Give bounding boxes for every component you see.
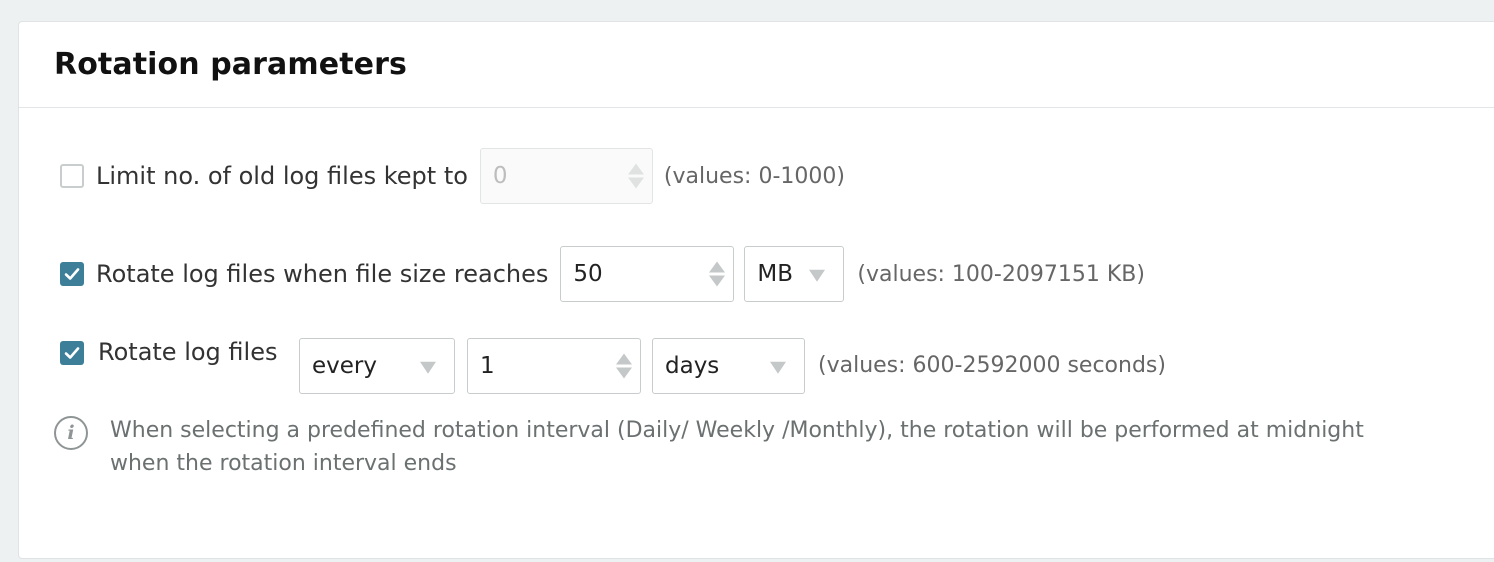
time-mode-select[interactable]: every: [299, 338, 455, 394]
limit-files-label: Limit no. of old log files kept to: [96, 162, 468, 190]
time-rotation-stepper[interactable]: [616, 353, 632, 379]
size-rotation-hint: (values: 100-2097151 KB): [857, 261, 1145, 287]
stepper-down-icon[interactable]: [616, 367, 632, 379]
chevron-down-icon: [770, 361, 786, 374]
checkmark-icon: [64, 347, 80, 359]
size-rotation-stepper[interactable]: [709, 261, 726, 287]
limit-files-checkbox[interactable]: [60, 164, 84, 188]
time-rotation-input[interactable]: 1: [467, 338, 641, 394]
size-rotation-value: 50: [573, 261, 603, 287]
size-unit-value: MB: [757, 261, 794, 287]
panel-header: Rotation parameters: [19, 22, 1494, 108]
time-rotation-value: 1: [480, 353, 495, 379]
stepper-up-icon[interactable]: [627, 163, 644, 175]
time-rotation-checkbox[interactable]: [60, 341, 84, 365]
stepper-down-icon[interactable]: [709, 275, 726, 287]
size-rotation-checkbox[interactable]: [60, 262, 84, 286]
stepper-down-icon[interactable]: [627, 177, 644, 189]
stepper-up-icon[interactable]: [616, 353, 632, 365]
limit-files-stepper[interactable]: [627, 163, 644, 189]
size-rotation-label: Rotate log files when file size reaches: [96, 260, 549, 288]
size-rotation-input[interactable]: 50: [560, 246, 735, 302]
time-rotation-row: Rotate log files every 1 days (values: 6…: [60, 338, 1166, 394]
limit-files-hint: (values: 0-1000): [663, 163, 845, 189]
limit-files-input[interactable]: 0: [479, 148, 653, 204]
size-rotation-row: Rotate log files when file size reaches …: [60, 246, 1145, 302]
time-unit-value: days: [665, 353, 720, 379]
panel-title: Rotation parameters: [54, 47, 407, 82]
size-unit-select[interactable]: MB: [744, 246, 845, 302]
chevron-down-icon: [420, 361, 436, 374]
info-icon: i: [54, 416, 88, 450]
limit-files-value: 0: [492, 163, 508, 189]
time-rotation-label: Rotate log files: [98, 338, 278, 366]
chevron-down-icon: [809, 269, 826, 282]
limit-files-row: Limit no. of old log files kept to 0 (va…: [60, 148, 845, 204]
stepper-up-icon[interactable]: [709, 261, 726, 273]
info-text: When selecting a predefined rotation int…: [110, 418, 1364, 476]
rotation-info-note: i When selecting a predefined rotation i…: [54, 414, 1420, 480]
time-unit-select[interactable]: days: [652, 338, 805, 394]
checkmark-icon: [64, 268, 80, 280]
time-mode-value: every: [312, 353, 377, 379]
time-rotation-hint: (values: 600-2592000 seconds): [818, 353, 1166, 378]
